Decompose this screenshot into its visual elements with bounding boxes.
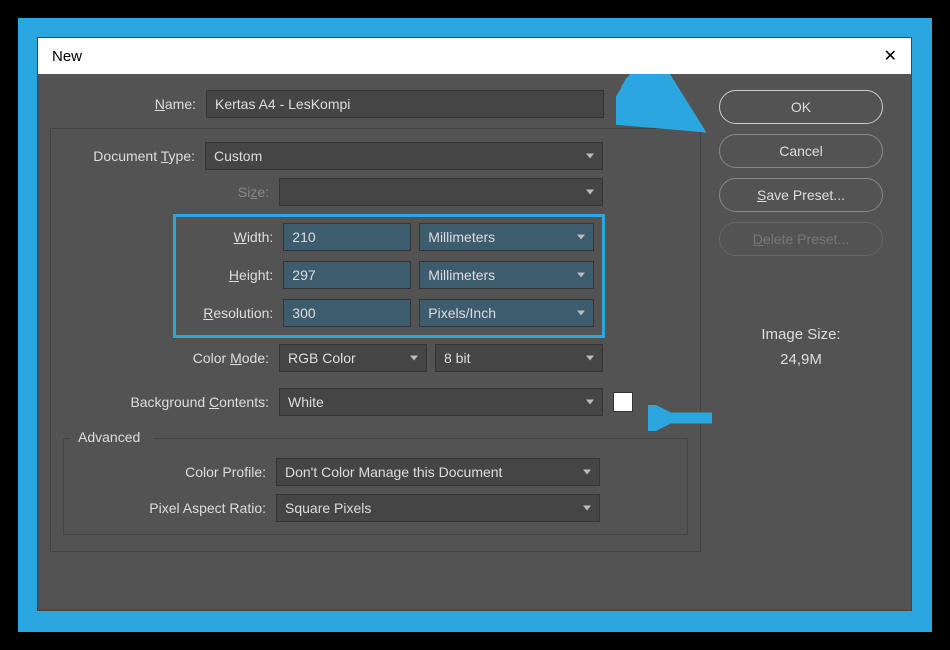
colormode-select[interactable]: RGB Color [279, 344, 427, 372]
bgcontents-select[interactable]: White [279, 388, 603, 416]
width-label: Width: [184, 229, 283, 245]
advanced-group: Advanced Color Profile: Don't Color Mana… [63, 438, 688, 535]
bgcontents-row: Background Contents: White [63, 388, 688, 416]
colorprofile-select[interactable]: Don't Color Manage this Document [276, 458, 600, 486]
colordepth-select[interactable]: 8 bit [435, 344, 603, 372]
document-settings-group: Document Type: Custom Size: Width: Milli… [50, 128, 701, 552]
resolution-row: Resolution: Pixels/Inch [184, 299, 594, 327]
save-preset-button[interactable]: Save Preset... [719, 178, 883, 212]
height-input[interactable] [283, 261, 411, 289]
image-size-label: Image Size: [761, 326, 840, 343]
width-input[interactable] [283, 223, 411, 251]
new-document-dialog: New ✕ Name: Document Type: Custom Siz [38, 38, 911, 610]
size-row: Size: [63, 178, 688, 206]
colorprofile-row: Color Profile: Don't Color Manage this D… [76, 458, 675, 486]
height-row: Height: Millimeters [184, 261, 594, 289]
dialog-title: New [52, 48, 82, 65]
name-input[interactable] [206, 90, 604, 118]
annotation-frame: New ✕ Name: Document Type: Custom Siz [18, 18, 932, 632]
cancel-button[interactable]: Cancel [719, 134, 883, 168]
resolution-label: Resolution: [184, 305, 283, 321]
button-column: OK Cancel Save Preset... Delete Preset..… [711, 90, 891, 594]
bgcolor-swatch[interactable] [613, 392, 633, 412]
colormode-row: Color Mode: RGB Color 8 bit [63, 344, 688, 372]
name-row: Name: [50, 90, 701, 118]
name-label: Name: [50, 96, 206, 112]
resolution-unit-select[interactable]: Pixels/Inch [419, 299, 594, 327]
width-row: Width: Millimeters [184, 223, 594, 251]
height-label: Height: [184, 267, 283, 283]
dimensions-highlight: Width: Millimeters Height: Millimeters R… [173, 214, 605, 338]
form-area: Name: Document Type: Custom Size: [50, 90, 711, 594]
doctype-select[interactable]: Custom [205, 142, 603, 170]
image-size-block: Image Size: 24,9M [761, 326, 840, 368]
image-size-value: 24,9M [761, 351, 840, 368]
doctype-row: Document Type: Custom [63, 142, 688, 170]
advanced-legend: Advanced [74, 429, 144, 445]
pixelaspect-select[interactable]: Square Pixels [276, 494, 600, 522]
pixelaspect-row: Pixel Aspect Ratio: Square Pixels [76, 494, 675, 522]
colorprofile-label: Color Profile: [76, 464, 276, 480]
pixelaspect-label: Pixel Aspect Ratio: [76, 500, 276, 516]
size-select[interactable] [279, 178, 603, 206]
delete-preset-button: Delete Preset... [719, 222, 883, 256]
titlebar: New ✕ [38, 38, 911, 74]
height-unit-select[interactable]: Millimeters [419, 261, 594, 289]
ok-button[interactable]: OK [719, 90, 883, 124]
bgcontents-label: Background Contents: [63, 394, 279, 410]
close-icon[interactable]: ✕ [884, 46, 897, 66]
dialog-body: Name: Document Type: Custom Size: [38, 74, 911, 610]
resolution-input[interactable] [283, 299, 411, 327]
doctype-label: Document Type: [63, 148, 205, 164]
width-unit-select[interactable]: Millimeters [419, 223, 594, 251]
size-label: Size: [63, 184, 279, 200]
colormode-label: Color Mode: [63, 350, 279, 366]
